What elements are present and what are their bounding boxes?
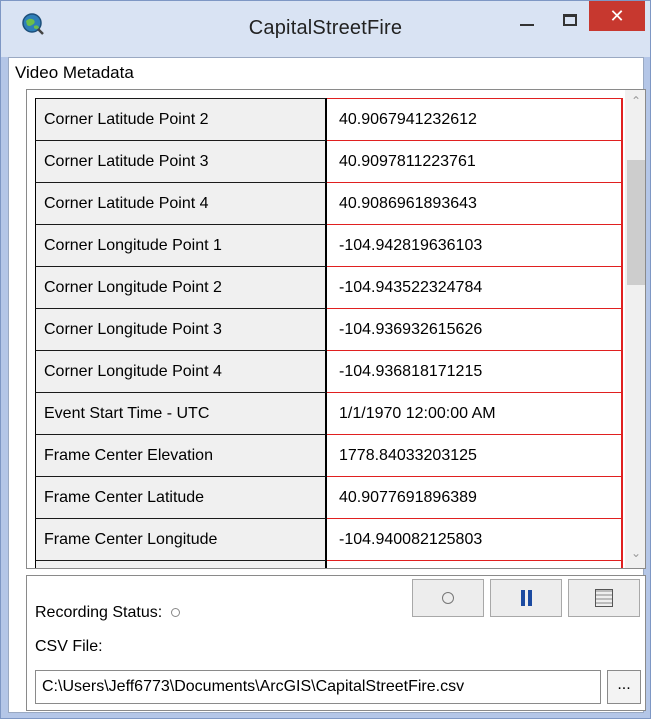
- metadata-key: Corner Longitude Point 2: [35, 266, 327, 308]
- close-button[interactable]: ✕: [589, 1, 645, 31]
- metadata-key: Frame Center Latitude: [35, 476, 327, 518]
- metadata-value[interactable]: 40.9097811223761: [327, 140, 623, 182]
- pause-icon: [520, 590, 532, 606]
- pause-button[interactable]: [490, 579, 562, 617]
- metadata-key: Frame Center Longitude: [35, 518, 327, 560]
- stop-button[interactable]: [568, 579, 640, 617]
- metadata-key: Corner Latitude Point 4: [35, 182, 327, 224]
- recording-status: Recording Status:: [35, 604, 180, 622]
- scroll-up-icon[interactable]: ⌃: [625, 94, 645, 112]
- minimize-icon: [520, 24, 534, 26]
- table-row[interactable]: Corner Longitude Point 3 -104.9369326156…: [35, 308, 623, 350]
- metadata-value[interactable]: -104.936932615626: [327, 308, 623, 350]
- table-row[interactable]: Frame Center Longitude -104.940082125803: [35, 518, 623, 560]
- client-area: Video Metadata Corner Latitude Point 2 4…: [8, 57, 646, 713]
- scrollbar-thumb[interactable]: [627, 160, 645, 285]
- title-bar[interactable]: CapitalStreetFire ✕: [1, 1, 650, 57]
- maximize-icon: [563, 14, 577, 26]
- record-button[interactable]: [412, 579, 484, 617]
- csv-path-input[interactable]: [35, 670, 601, 704]
- metadata-value[interactable]: 1778.84033203125: [327, 434, 623, 476]
- metadata-key: Corner Longitude Point 4: [35, 350, 327, 392]
- csv-file-label: CSV File:: [35, 638, 103, 655]
- table-row[interactable]: Frame Center Latitude 40.9077691896389: [35, 476, 623, 518]
- metadata-value[interactable]: 40.9077691896389: [327, 476, 623, 518]
- table-row[interactable]: [35, 560, 623, 568]
- stop-icon: [595, 589, 613, 607]
- close-icon: ✕: [609, 5, 625, 26]
- metadata-value[interactable]: -104.942819636103: [327, 224, 623, 266]
- metadata-grid-container: Corner Latitude Point 2 40.9067941232612…: [26, 89, 646, 569]
- metadata-value[interactable]: 1/1/1970 12:00:00 AM: [327, 392, 623, 434]
- metadata-value[interactable]: -104.936818171215: [327, 350, 623, 392]
- recording-indicator-icon: [170, 608, 180, 618]
- metadata-key-partial: [35, 560, 327, 568]
- browse-button[interactable]: ...: [607, 670, 641, 704]
- vertical-scrollbar[interactable]: ⌃ ⌄: [625, 90, 645, 568]
- recording-status-label: Recording Status:: [35, 604, 163, 621]
- metadata-value[interactable]: -104.943522324784: [327, 266, 623, 308]
- metadata-grid: Corner Latitude Point 2 40.9067941232612…: [35, 98, 623, 568]
- table-row[interactable]: Corner Latitude Point 4 40.9086961893643: [35, 182, 623, 224]
- metadata-key: Corner Longitude Point 1: [35, 224, 327, 266]
- table-row[interactable]: Corner Latitude Point 3 40.9097811223761: [35, 140, 623, 182]
- metadata-key: Frame Center Elevation: [35, 434, 327, 476]
- scroll-down-icon[interactable]: ⌄: [625, 546, 645, 564]
- maximize-button[interactable]: [553, 3, 587, 37]
- minimize-button[interactable]: [511, 3, 543, 37]
- record-icon: [442, 592, 454, 604]
- table-row[interactable]: Corner Longitude Point 4 -104.9368181712…: [35, 350, 623, 392]
- app-window: CapitalStreetFire ✕ Video Metadata Corne…: [0, 0, 651, 719]
- table-row[interactable]: Corner Longitude Point 2 -104.9435223247…: [35, 266, 623, 308]
- panel-title: Video Metadata: [15, 63, 134, 82]
- metadata-value[interactable]: -104.940082125803: [327, 518, 623, 560]
- table-row[interactable]: Corner Longitude Point 1 -104.9428196361…: [35, 224, 623, 266]
- metadata-value-partial[interactable]: [327, 560, 623, 568]
- metadata-key: Corner Latitude Point 2: [35, 98, 327, 140]
- metadata-key: Corner Latitude Point 3: [35, 140, 327, 182]
- recording-panel: Recording Status: CSV File: ...: [26, 575, 646, 711]
- metadata-key: Event Start Time - UTC: [35, 392, 327, 434]
- table-row[interactable]: Frame Center Elevation 1778.84033203125: [35, 434, 623, 476]
- metadata-value[interactable]: 40.9067941232612: [327, 98, 623, 140]
- metadata-key: Corner Longitude Point 3: [35, 308, 327, 350]
- table-row[interactable]: Event Start Time - UTC 1/1/1970 12:00:00…: [35, 392, 623, 434]
- metadata-value[interactable]: 40.9086961893643: [327, 182, 623, 224]
- table-row[interactable]: Corner Latitude Point 2 40.9067941232612: [35, 98, 623, 140]
